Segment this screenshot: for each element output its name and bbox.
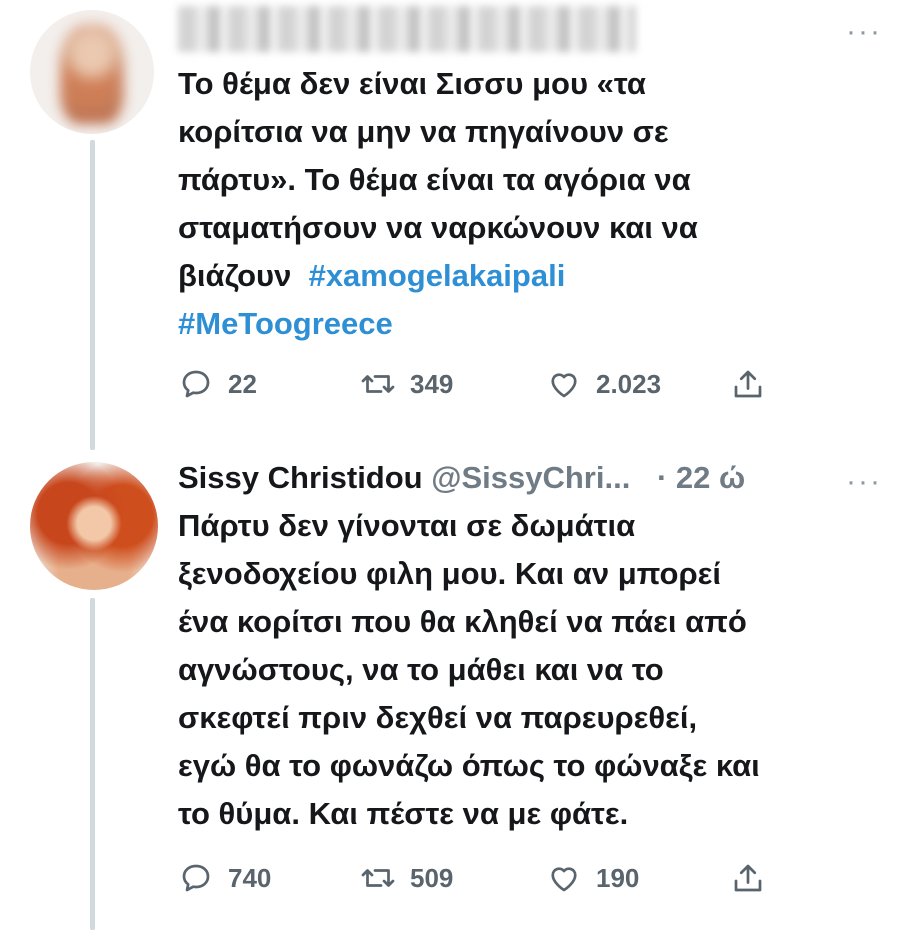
- reply-icon: [182, 864, 210, 892]
- retweet-icon: [361, 869, 395, 887]
- tweet-time[interactable]: · 22 ώ: [657, 460, 745, 495]
- tweet-text-line: εγώ θα το φωνάζω όπως το φώναξε και: [178, 748, 760, 783]
- tweet-header: Sissy Christidou @SissyChri... · 22 ώ: [178, 458, 745, 498]
- tweet-text-line: ένα κορίτσι που θα κληθεί να πάει από: [178, 604, 747, 639]
- tweet-text-line: το θύμα. Και πέστε να με φάτε.: [178, 796, 629, 831]
- like-count: 190: [596, 862, 640, 893]
- more-icon[interactable]: ···: [846, 467, 882, 497]
- display-name[interactable]: Sissy Christidou: [178, 460, 423, 495]
- heart-icon: [551, 867, 577, 892]
- retweet-count: 509: [410, 862, 454, 893]
- tweet-text-line: ξενοδοχείου φιλη μου. Και αν μπορεί: [178, 556, 721, 591]
- retweet-button[interactable]: 509: [360, 856, 453, 900]
- tweet-text: Πάρτυ δεν γίνονται σε δωμάτια ξενοδοχείο…: [178, 502, 878, 838]
- avatar-sissy-christidou[interactable]: [30, 462, 158, 590]
- like-button[interactable]: 190: [546, 856, 639, 900]
- tweet-text-line: Πάρτυ δεν γίνονται σε δωμάτια: [178, 508, 636, 543]
- tweet-actions: 740 509 190: [178, 856, 818, 900]
- tweet-text-line: αγνώστους, να το μάθει και να το: [178, 652, 664, 687]
- share-icon: [734, 864, 762, 892]
- share-button[interactable]: [730, 856, 766, 900]
- user-handle[interactable]: @SissyChri...: [431, 460, 630, 495]
- tweet-2[interactable]: Sissy Christidou @SissyChri... · 22 ώ ··…: [0, 0, 918, 949]
- tweet-text-line: σκεφτεί πριν δεχθεί να παρευρεθεί,: [178, 700, 698, 735]
- reply-button[interactable]: 740: [178, 856, 271, 900]
- reply-count: 740: [228, 862, 272, 893]
